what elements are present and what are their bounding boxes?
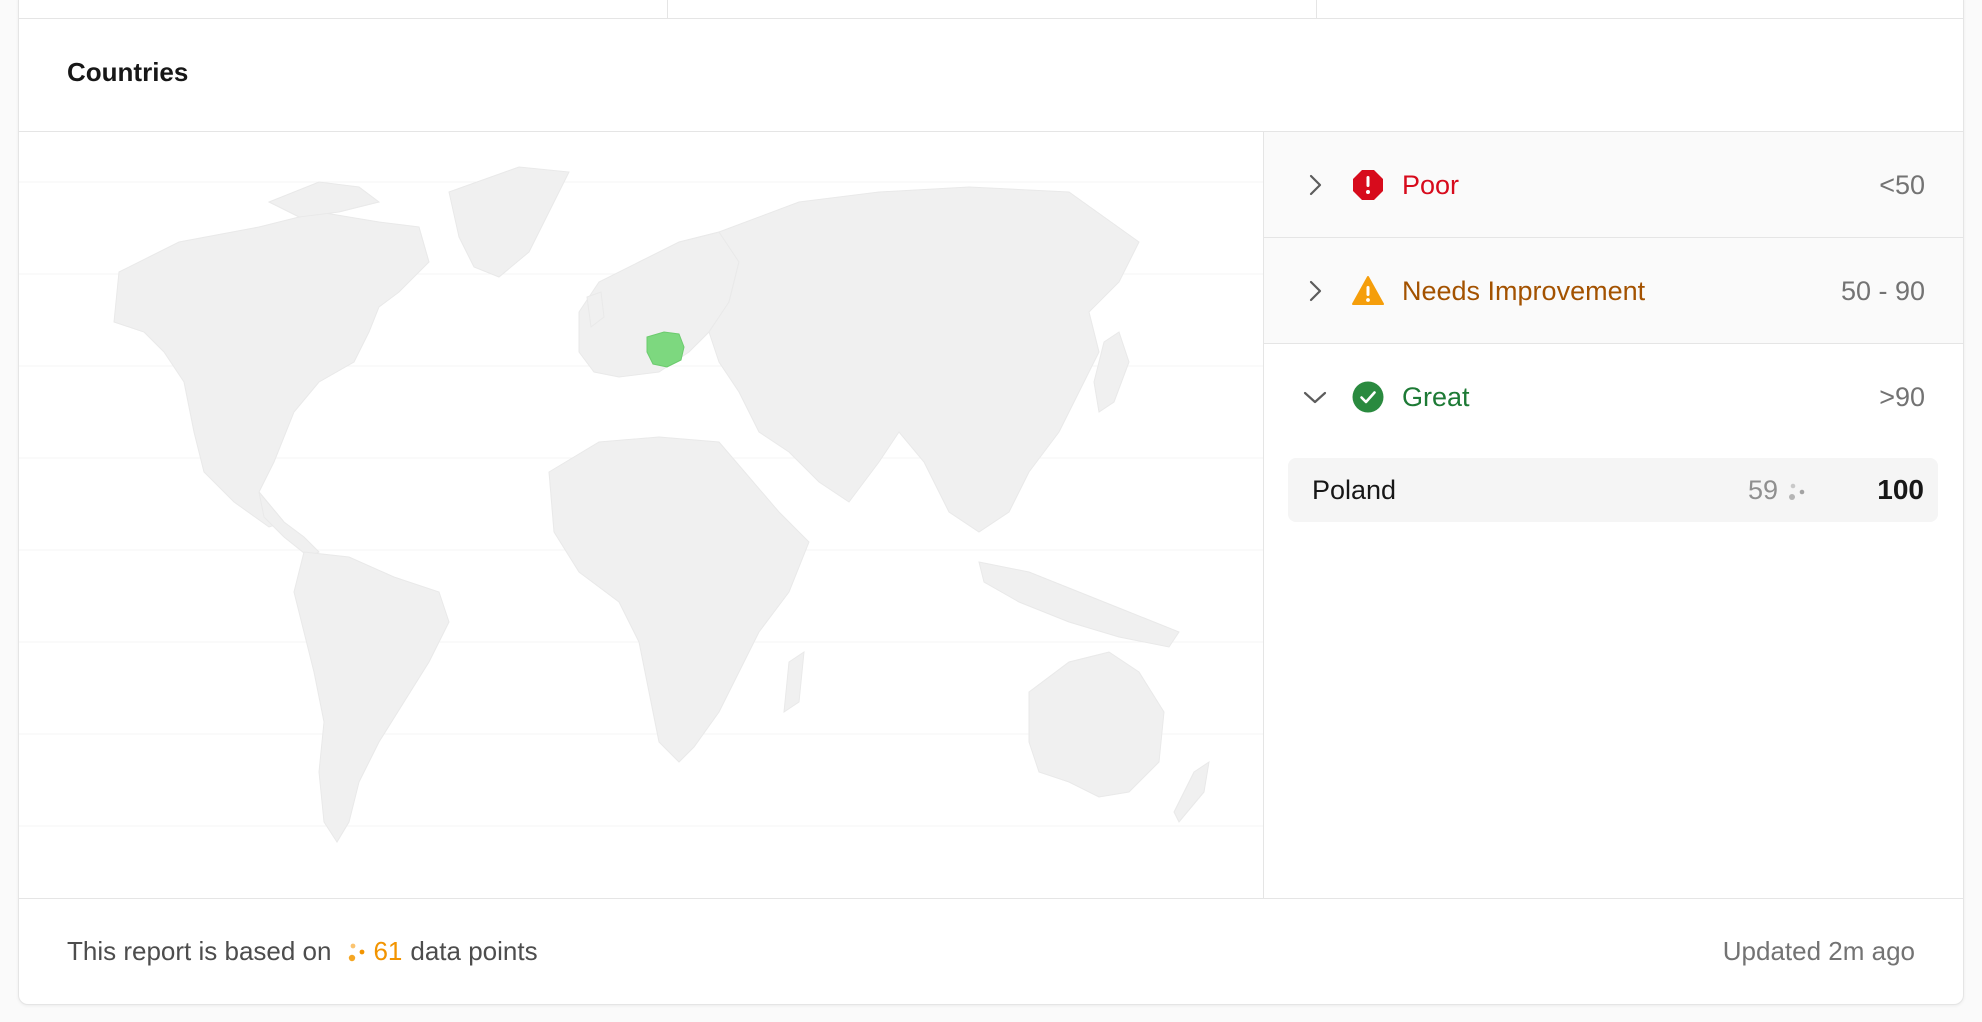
asia (708, 186, 1140, 533)
south-america (293, 551, 450, 843)
australia (1028, 651, 1165, 798)
se-asia-islands (978, 561, 1180, 648)
africa (548, 436, 810, 763)
world-map-svg (19, 166, 1263, 843)
category-label: Needs Improvement (1402, 276, 1646, 306)
world-map (19, 132, 1264, 898)
card-header: Countries (19, 19, 1963, 132)
japan (1093, 331, 1130, 413)
card-footer: This report is based on 61 data points U… (19, 898, 1963, 1004)
category-poor[interactable]: Poor <50 (1264, 132, 1963, 238)
chevron-right-icon (1309, 280, 1322, 302)
category-label: Poor (1402, 170, 1460, 200)
score-legend: Poor <50 Needs Improvement 50 - 90 Great… (1264, 132, 1963, 898)
data-points-icon (349, 943, 365, 961)
data-points-count: 59 (1747, 475, 1778, 505)
data-points-icon (1789, 483, 1805, 500)
country-name: Poland (1312, 475, 1397, 505)
warning-triangle-icon (1352, 276, 1384, 305)
report-basis-prefix: This report is based on (67, 936, 332, 966)
greenland (448, 166, 570, 278)
north-america (113, 211, 430, 528)
chevron-right-icon (1309, 174, 1322, 196)
check-circle-icon (1352, 381, 1384, 413)
land-masses (113, 166, 1210, 843)
divider (667, 0, 668, 19)
chevron-down-icon (1303, 391, 1327, 404)
category-range: >90 (1879, 382, 1925, 412)
country-row-poland[interactable]: Poland 59 100 (1288, 458, 1938, 522)
data-points-total: 61 (373, 936, 403, 966)
section-title: Countries (67, 57, 189, 87)
new-zealand (1173, 760, 1210, 823)
top-grid-strip (19, 0, 1963, 19)
madagascar (783, 650, 805, 714)
countries-card: Countries Poor <50 Needs Improvement 50 … (18, 0, 1964, 1005)
report-basis: This report is based on 61 data points (67, 936, 538, 967)
error-octagon-icon (1353, 170, 1383, 200)
arctic-islands (267, 181, 381, 218)
category-range: 50 - 90 (1840, 276, 1925, 306)
category-needs-improvement[interactable]: Needs Improvement 50 - 90 (1264, 238, 1963, 344)
country-score: 100 (1877, 474, 1924, 505)
category-great[interactable]: Great >90 (1264, 344, 1963, 444)
category-label: Great (1402, 382, 1470, 412)
category-range: <50 (1879, 170, 1925, 200)
report-basis-suffix: data points (410, 936, 538, 966)
updated-timestamp: Updated 2m ago (1722, 936, 1915, 966)
poland-highlight (646, 331, 685, 368)
divider (1316, 0, 1317, 19)
